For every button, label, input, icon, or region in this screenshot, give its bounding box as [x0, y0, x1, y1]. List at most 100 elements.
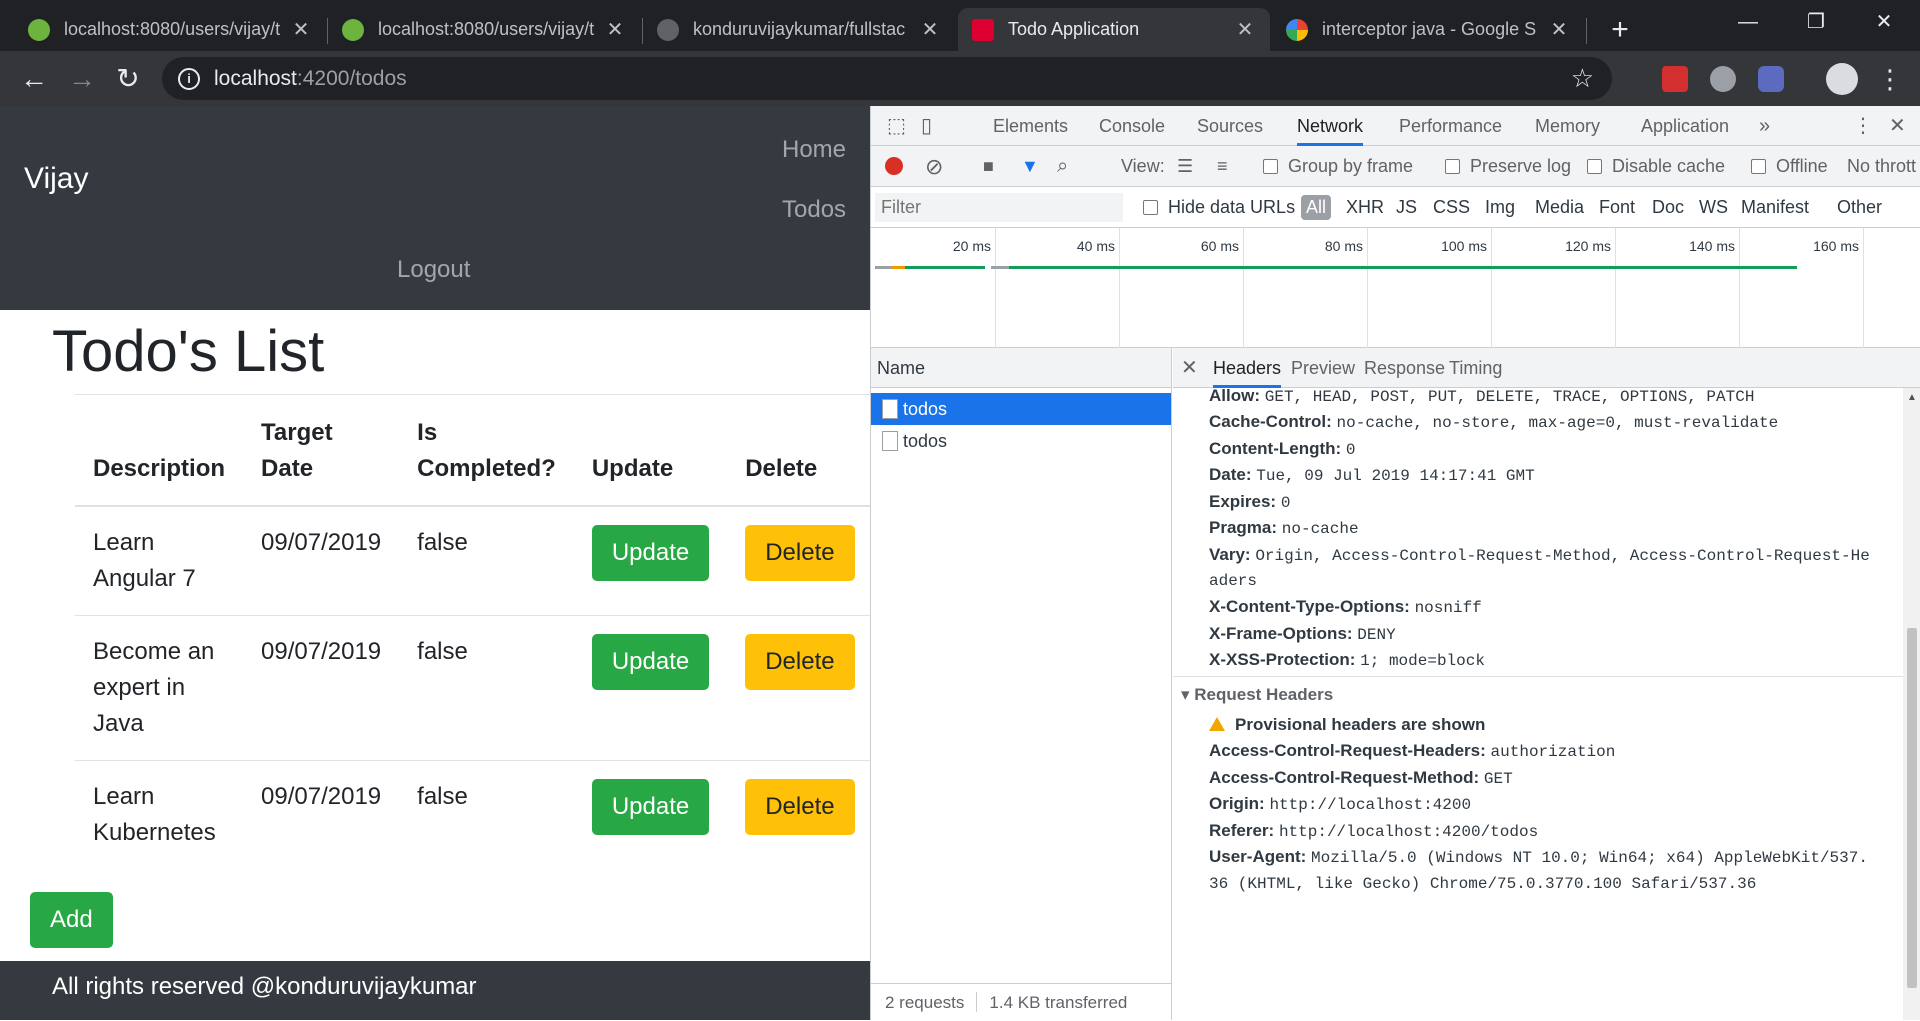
preserve-log-checkbox[interactable]: Preserve log [1445, 146, 1571, 187]
header-line: 36 (KHTML, like Gecko) Chrome/75.0.3770.… [1209, 875, 1757, 893]
tab-response[interactable]: Response [1364, 348, 1445, 388]
type-filter-xhr[interactable]: XHR [1346, 187, 1384, 228]
browser-tab[interactable]: interceptor java - Google S ✕ [1272, 8, 1584, 51]
profile-avatar[interactable] [1826, 63, 1858, 95]
browser-tab[interactable]: konduruvijaykumar/fullstac ✕ [643, 8, 955, 51]
header-line: Origin: http://localhost:4200 [1209, 794, 1472, 814]
close-detail-icon[interactable]: ✕ [1181, 348, 1198, 388]
device-toolbar-icon[interactable]: ▯ [921, 106, 932, 146]
browser-tab[interactable]: localhost:8080/users/vijay/t ✕ [14, 8, 326, 51]
browser-tab-strip: localhost:8080/users/vijay/t ✕ localhost… [0, 0, 1920, 51]
devtools-tab-console[interactable]: Console [1099, 106, 1165, 146]
header-line: Date: Tue, 09 Jul 2019 14:17:41 GMT [1209, 465, 1535, 485]
search-icon[interactable]: ⌕ [1057, 146, 1068, 187]
menu-dots-icon[interactable]: ⋮ [1870, 59, 1910, 99]
table-row: Learn Kubernetes 09/07/2019 false Update… [75, 760, 870, 869]
nav-home[interactable]: Home [782, 136, 846, 164]
header-line: X-Frame-Options: DENY [1209, 624, 1396, 644]
screenshot-camera-icon[interactable]: ■ [983, 146, 994, 187]
request-row[interactable]: todos [871, 425, 1171, 457]
devtools-menu-icon[interactable]: ⋮ [1853, 106, 1873, 146]
reload-icon[interactable]: ↻ [108, 59, 148, 99]
offline-checkbox[interactable]: Offline [1751, 146, 1828, 187]
address-bar[interactable]: i localhost:4200/todos ☆ [162, 57, 1612, 100]
timeline-tick: 100 ms [1441, 238, 1487, 254]
browser-tab-active[interactable]: Todo Application ✕ [958, 8, 1270, 51]
scroll-thumb[interactable] [1907, 628, 1917, 988]
restore-icon[interactable]: ❐ [1784, 0, 1848, 44]
tab-preview[interactable]: Preview [1291, 348, 1355, 388]
nav-logout[interactable]: Logout [397, 256, 470, 284]
devtools-tab-sources[interactable]: Sources [1197, 106, 1263, 146]
type-filter-img[interactable]: Img [1485, 187, 1515, 228]
todo-description: Learn Kubernetes [75, 760, 244, 869]
browser-tab[interactable]: localhost:8080/users/vijay/t ✕ [328, 8, 640, 51]
extension-icon[interactable] [1710, 66, 1736, 92]
request-row-selected[interactable]: todos [871, 393, 1171, 425]
type-filter-font[interactable]: Font [1599, 187, 1635, 228]
close-icon[interactable]: ✕ [1234, 17, 1256, 42]
delete-button[interactable]: Delete [745, 634, 855, 690]
update-button[interactable]: Update [591, 779, 710, 835]
type-filter-all[interactable]: All [1301, 195, 1332, 220]
minimize-icon[interactable]: — [1716, 0, 1780, 44]
headers-scrollbar[interactable]: ▲ [1903, 388, 1920, 1020]
add-button[interactable]: Add [30, 892, 113, 948]
group-by-frame-checkbox[interactable]: Group by frame [1263, 146, 1413, 187]
name-column-header[interactable]: Name [871, 348, 1171, 388]
header-line: Expires: 0 [1209, 492, 1291, 512]
devtools-tab-network[interactable]: Network [1297, 106, 1364, 146]
extension-icon[interactable] [1758, 66, 1784, 92]
list-view-icon[interactable]: ☰ [1177, 146, 1193, 187]
devtools-tab-bar: ⬚ ▯ Elements Console Sources Network Per… [871, 106, 1920, 146]
delete-button[interactable]: Delete [745, 779, 855, 835]
record-icon[interactable] [885, 146, 903, 187]
back-icon[interactable]: ← [14, 59, 54, 99]
update-button[interactable]: Update [591, 634, 710, 690]
network-overview[interactable]: 20 ms 40 ms 60 ms 80 ms 100 ms 120 ms 14… [871, 228, 1920, 348]
close-icon[interactable]: ✕ [919, 17, 941, 42]
devtools-tab-elements[interactable]: Elements [993, 106, 1068, 146]
waterfall-view-icon[interactable]: ≡ [1217, 146, 1228, 187]
network-status-bar: 2 requests 1.4 KB transferred [871, 983, 1171, 1020]
brand[interactable]: Vijay [24, 162, 88, 196]
close-icon[interactable]: ✕ [1548, 17, 1570, 42]
tab-headers[interactable]: Headers [1213, 348, 1282, 388]
extension-icon[interactable] [1662, 66, 1688, 92]
bookmark-star-icon[interactable]: ☆ [1571, 63, 1594, 94]
window-close-icon[interactable]: ✕ [1852, 0, 1916, 44]
devtools-tab-memory[interactable]: Memory [1535, 106, 1600, 146]
header-line: X-XSS-Protection: 1; mode=block [1209, 650, 1485, 670]
devtools-tab-performance[interactable]: Performance [1399, 106, 1502, 146]
new-tab-button[interactable]: + [1600, 10, 1640, 50]
request-headers-section[interactable]: ▾ Request Headers [1181, 685, 1333, 705]
info-icon[interactable]: i [178, 67, 200, 90]
type-filter-doc[interactable]: Doc [1652, 187, 1684, 228]
header-line: Content-Length: 0 [1209, 439, 1356, 459]
delete-button[interactable]: Delete [745, 525, 855, 581]
close-icon[interactable]: ✕ [290, 17, 312, 42]
type-filter-js[interactable]: JS [1396, 187, 1417, 228]
type-filter-media[interactable]: Media [1535, 187, 1584, 228]
filter-input[interactable] [875, 193, 1123, 222]
clear-icon[interactable]: ⊘ [925, 146, 943, 187]
header-line: X-Content-Type-Options: nosniff [1209, 597, 1482, 617]
hide-data-urls-checkbox[interactable]: Hide data URLs [1143, 187, 1295, 228]
more-tabs-icon[interactable]: » [1759, 106, 1770, 146]
waterfall-bar [891, 266, 905, 269]
tab-timing[interactable]: Timing [1449, 348, 1502, 388]
filter-icon[interactable]: ▼ [1021, 146, 1039, 187]
devtools-close-icon[interactable]: ✕ [1889, 106, 1906, 146]
disable-cache-checkbox[interactable]: Disable cache [1587, 146, 1725, 187]
type-filter-manifest[interactable]: Manifest [1741, 187, 1809, 228]
type-filter-css[interactable]: CSS [1433, 187, 1470, 228]
update-button[interactable]: Update [591, 525, 710, 581]
throttling-dropdown[interactable]: No thrott [1847, 146, 1916, 187]
close-icon[interactable]: ✕ [604, 17, 626, 42]
forward-icon[interactable]: → [62, 59, 102, 99]
inspect-element-icon[interactable]: ⬚ [887, 106, 906, 146]
type-filter-other[interactable]: Other [1837, 187, 1882, 228]
devtools-tab-application[interactable]: Application [1641, 106, 1729, 146]
nav-todos[interactable]: Todos [782, 196, 846, 224]
type-filter-ws[interactable]: WS [1699, 187, 1728, 228]
